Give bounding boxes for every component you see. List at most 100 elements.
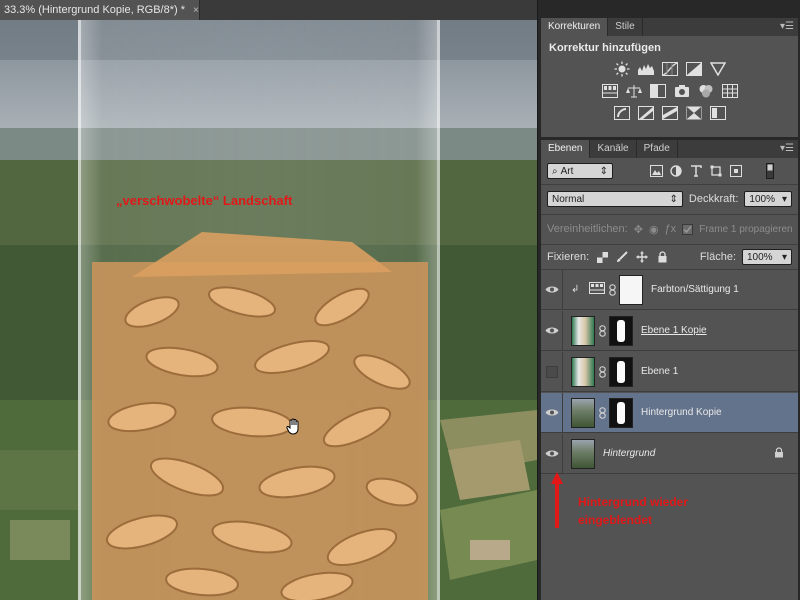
filter-smart-object-icon[interactable] bbox=[729, 164, 743, 178]
fill-label: Fläche: bbox=[699, 251, 736, 263]
hue-saturation-layer-icon bbox=[589, 282, 605, 297]
adjustment-icons-row-1 bbox=[541, 61, 798, 77]
tab-pfade[interactable]: Pfade bbox=[637, 140, 678, 158]
lock-all-icon[interactable] bbox=[655, 250, 669, 264]
chain-link-icon[interactable] bbox=[597, 324, 607, 337]
visibility-eye-icon[interactable] bbox=[541, 310, 563, 351]
red-arrow-up-icon bbox=[551, 472, 563, 528]
chain-link-icon[interactable] bbox=[597, 365, 607, 378]
exposure-icon[interactable] bbox=[685, 61, 703, 77]
blend-row: Normal ⇕ Deckkraft: 100% ▾ bbox=[541, 188, 798, 210]
layer-mask-thumbnail[interactable] bbox=[609, 397, 633, 428]
blend-mode-select[interactable]: Normal ⇕ bbox=[547, 191, 683, 207]
gradient-map-icon[interactable] bbox=[685, 105, 703, 121]
lock-icon bbox=[774, 446, 784, 461]
tab-korrekturen[interactable]: Korrekturen bbox=[541, 18, 609, 36]
layers-panel: Ebenen Kanäle Pfade ▾☰ ⌕ Art ⇕ Normal ⇕ … bbox=[541, 140, 798, 600]
tab-bar-empty bbox=[200, 0, 537, 20]
callout-annotation: Hintergrund wieder eingeblendet bbox=[578, 493, 688, 529]
layer-thumbnail[interactable] bbox=[571, 315, 595, 346]
unify-visibility-icon[interactable]: ◉ bbox=[649, 222, 659, 236]
filter-text-icon[interactable] bbox=[689, 164, 703, 178]
propagate-checkbox[interactable] bbox=[682, 222, 694, 236]
layer-mask-thumbnail[interactable] bbox=[619, 274, 643, 305]
image-canvas[interactable]: „verschwobelte“ Landschaft bbox=[0, 20, 537, 600]
levels-icon[interactable] bbox=[637, 61, 655, 77]
adjustments-panel: Korrekturen Stile ▾☰ Korrektur hinzufüge… bbox=[541, 18, 798, 137]
chain-link-icon[interactable] bbox=[607, 283, 617, 296]
layer-row-hintergrund-kopie[interactable]: Hintergrund Kopie bbox=[541, 392, 798, 433]
blend-mode-value: Normal bbox=[552, 193, 585, 205]
color-lookup-icon[interactable] bbox=[721, 83, 739, 99]
lock-paint-brush-icon[interactable] bbox=[615, 250, 629, 264]
visibility-eye-icon[interactable] bbox=[541, 433, 563, 474]
panel-menu-icon[interactable]: ▾☰ bbox=[780, 21, 794, 32]
filter-adjustment-icon[interactable] bbox=[669, 164, 683, 178]
color-balance-icon[interactable] bbox=[625, 83, 643, 99]
close-icon[interactable]: × bbox=[193, 5, 199, 16]
fill-field[interactable]: 100% ▾ bbox=[742, 249, 792, 265]
chevron-updown-icon: ⇕ bbox=[599, 165, 608, 177]
lock-transparency-icon[interactable] bbox=[595, 250, 609, 264]
document-tab[interactable]: 33.3% (Hintergrund Kopie, RGB/8*) * × bbox=[0, 0, 200, 20]
propagate-label: Frame 1 propagieren bbox=[699, 223, 793, 235]
posterize-icon[interactable] bbox=[637, 105, 655, 121]
filter-kind-value: Art bbox=[560, 165, 574, 177]
filter-kind-select[interactable]: ⌕ Art ⇕ bbox=[547, 163, 613, 179]
layer-mask-thumbnail[interactable] bbox=[609, 315, 633, 346]
channel-mixer-icon[interactable] bbox=[697, 83, 715, 99]
tab-ebenen[interactable]: Ebenen bbox=[541, 140, 591, 158]
brightness-icon[interactable] bbox=[613, 61, 631, 77]
divider bbox=[541, 184, 798, 185]
layer-name: Ebene 1 bbox=[641, 366, 679, 377]
visibility-empty-box[interactable] bbox=[541, 351, 563, 392]
filter-pixel-icon[interactable] bbox=[649, 164, 663, 178]
opacity-field[interactable]: 100% ▾ bbox=[744, 191, 792, 207]
layer-mask-thumbnail[interactable] bbox=[609, 356, 633, 387]
layers-tabs: Ebenen Kanäle Pfade ▾☰ bbox=[541, 140, 798, 158]
adjustments-heading: Korrektur hinzufügen bbox=[549, 42, 661, 54]
layer-thumbnail[interactable] bbox=[571, 438, 595, 469]
layer-thumbnail[interactable] bbox=[571, 397, 595, 428]
layer-thumbnail[interactable] bbox=[571, 356, 595, 387]
selective-color-icon[interactable] bbox=[709, 105, 727, 121]
tab-kanaele[interactable]: Kanäle bbox=[590, 140, 637, 158]
visibility-eye-icon[interactable] bbox=[541, 269, 563, 310]
layer-name: Farbton/Sättigung 1 bbox=[651, 284, 739, 295]
layer-row-farbton[interactable]: ↲ Farbton/Sättigung 1 bbox=[541, 269, 798, 310]
threshold-icon[interactable] bbox=[661, 105, 679, 121]
filter-shape-icon[interactable] bbox=[709, 164, 723, 178]
layer-row-ebene-1[interactable]: Ebene 1 bbox=[541, 351, 798, 392]
curves-icon[interactable] bbox=[661, 61, 679, 77]
black-white-icon[interactable] bbox=[649, 83, 667, 99]
fill-value: 100% bbox=[747, 251, 773, 263]
adjustment-icons-row-2 bbox=[541, 83, 798, 99]
lock-position-icon[interactable] bbox=[635, 250, 649, 264]
panel-menu-icon[interactable]: ▾☰ bbox=[780, 143, 794, 154]
canvas-annotation: „verschwobelte“ Landschaft bbox=[116, 193, 293, 208]
chain-link-icon[interactable] bbox=[597, 406, 607, 419]
photoshop-window: 33.3% (Hintergrund Kopie, RGB/8*) * × „v… bbox=[0, 0, 800, 600]
hue-saturation-icon[interactable] bbox=[601, 83, 619, 99]
layer-row-ebene-1-kopie[interactable]: Ebene 1 Kopie bbox=[541, 310, 798, 351]
layer-row-hintergrund[interactable]: Hintergrund bbox=[541, 433, 798, 474]
vibrance-icon[interactable] bbox=[709, 61, 727, 77]
callout-line-2: eingeblendet bbox=[578, 513, 653, 527]
chevron-down-icon: ▾ bbox=[781, 193, 787, 205]
adjustment-icons-row-3 bbox=[541, 105, 798, 121]
hand-cursor-icon bbox=[286, 418, 299, 435]
opacity-value: 100% bbox=[749, 193, 775, 205]
penne-pasta-image bbox=[92, 232, 428, 600]
tab-stile[interactable]: Stile bbox=[608, 18, 643, 36]
visibility-eye-icon[interactable] bbox=[541, 392, 563, 433]
callout-line-1: Hintergrund wieder bbox=[578, 495, 689, 509]
unify-label: Vereinheitlichen: bbox=[547, 223, 628, 235]
unify-style-icon[interactable]: ƒx bbox=[665, 222, 677, 236]
opacity-label: Deckkraft: bbox=[688, 193, 739, 205]
invert-icon[interactable] bbox=[613, 105, 631, 121]
filter-toggle-switch[interactable] bbox=[763, 163, 777, 179]
divider bbox=[541, 244, 798, 245]
unify-position-icon[interactable]: ✥ bbox=[634, 222, 643, 236]
unify-row: Vereinheitlichen: ✥ ◉ ƒx Frame 1 propagi… bbox=[541, 218, 798, 240]
photo-filter-icon[interactable] bbox=[673, 83, 691, 99]
